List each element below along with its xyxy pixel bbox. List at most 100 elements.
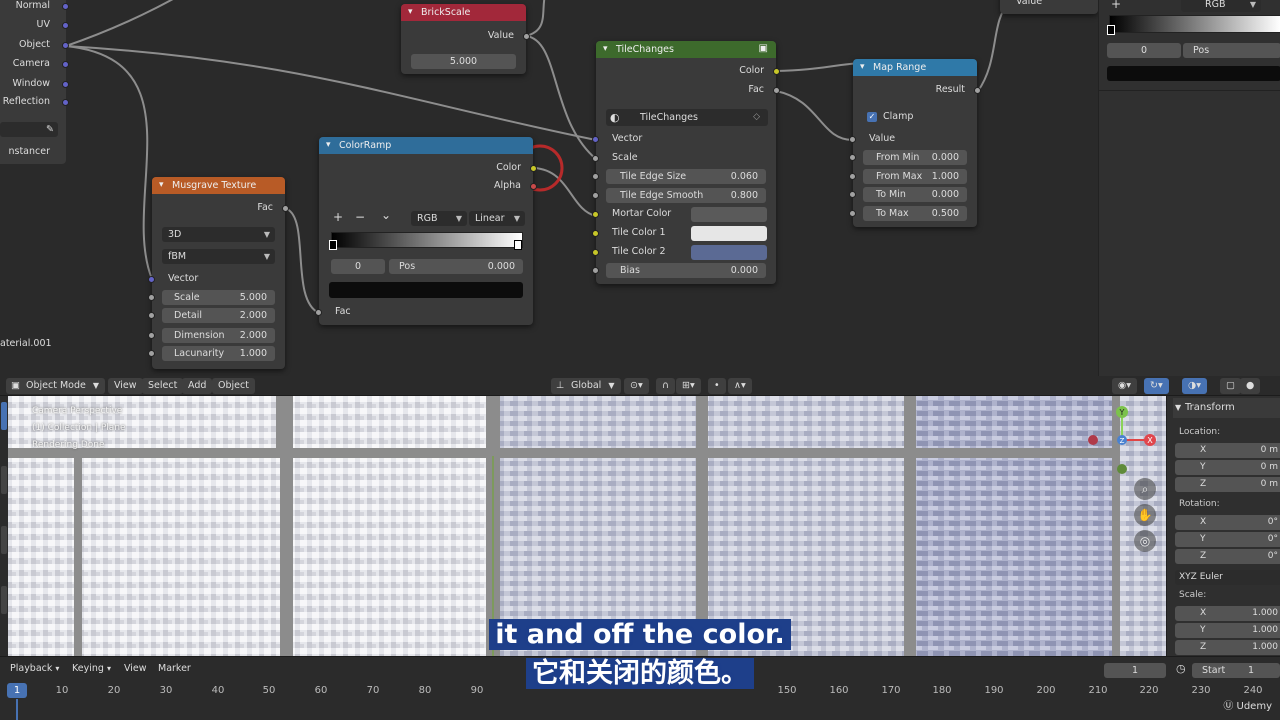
location-z-field[interactable]: Z 0 m — [1175, 477, 1280, 492]
tile-color-1-swatch[interactable] — [691, 226, 767, 241]
overlays-toggle-button[interactable]: ◑▾ — [1182, 378, 1208, 394]
brickscale-node[interactable]: BrickScale Value 5.000 — [401, 4, 530, 74]
node-title[interactable]: TileChanges — [596, 41, 776, 58]
color-ramp-gradient[interactable] — [1109, 15, 1280, 33]
value-field[interactable]: 5.000 — [411, 54, 516, 69]
socket-output[interactable] — [62, 42, 69, 49]
transform-orientation-dropdown[interactable]: ⊥ Global ▼ — [551, 378, 621, 394]
musgrave-type-dropdown[interactable]: fBM ▼ — [162, 249, 275, 264]
socket-output[interactable] — [282, 205, 289, 212]
eyedropper-icon[interactable]: ✎ — [46, 122, 54, 137]
color-ramp-gradient[interactable] — [331, 232, 523, 248]
node-sidebar-panel[interactable]: + RGB ▼ 0 Pos — [1098, 0, 1280, 376]
playhead-line[interactable] — [16, 699, 18, 720]
bias-field[interactable]: Bias 0.000 — [606, 263, 766, 278]
socket-output[interactable] — [62, 99, 69, 106]
stop-color-swatch[interactable] — [329, 282, 523, 298]
tile-color-2-swatch[interactable] — [691, 245, 767, 260]
socket-input[interactable] — [592, 173, 599, 180]
pivot-point-button[interactable]: ⊙▾ — [624, 378, 649, 394]
tile-edge-smooth-field[interactable]: Tile Edge Smooth 0.800 — [606, 188, 766, 203]
socket-input[interactable] — [592, 211, 599, 218]
value-node[interactable]: Value — [1000, 0, 1098, 14]
rotation-x-field[interactable]: X 0° — [1175, 515, 1280, 530]
from-min-field[interactable]: From Min 0.000 — [863, 150, 967, 165]
texture-coordinate-node[interactable]: Normal UV Object Camera Window Reflectio… — [0, 0, 69, 164]
stop-index-field[interactable]: 0 — [1107, 43, 1181, 58]
node-title[interactable]: BrickScale — [401, 4, 526, 21]
map-range-node[interactable]: Map Range Result ✓ Clamp Value From Min 0… — [849, 59, 981, 227]
socket-input[interactable] — [592, 230, 599, 237]
transform-sidebar[interactable]: ▼ Transform Location: X 0 m Y 0 m Z 0 m Rot… — [1166, 396, 1280, 656]
stop-color-swatch[interactable] — [1107, 66, 1280, 81]
falloff-button[interactable]: ∧▾ — [728, 378, 752, 394]
to-max-field[interactable]: To Max 0.500 — [863, 206, 967, 221]
color-mode-dropdown[interactable]: RGB ▼ — [1181, 0, 1261, 12]
socket-output[interactable] — [530, 183, 537, 190]
interpolation-dropdown[interactable]: Linear ▼ — [469, 211, 525, 226]
socket-input[interactable] — [592, 155, 599, 162]
tilechanges-group-node[interactable]: TileChanges ▣ Color Fac ◐ TileChanges ◇ … — [592, 41, 780, 284]
socket-input[interactable] — [849, 210, 856, 217]
socket-output[interactable] — [530, 165, 537, 172]
ramp-stop-handle[interactable] — [514, 240, 522, 250]
ramp-stop-handle[interactable] — [329, 240, 337, 250]
dimension-field[interactable]: Dimension 2.000 — [162, 328, 275, 343]
socket-input[interactable] — [849, 191, 856, 198]
ramp-stop-handle[interactable] — [1107, 25, 1115, 35]
location-y-field[interactable]: Y 0 m — [1175, 460, 1280, 475]
location-x-field[interactable]: X 0 m — [1175, 443, 1280, 458]
node-title[interactable]: Musgrave Texture — [152, 177, 285, 194]
socket-input[interactable] — [148, 276, 155, 283]
dimension-dropdown[interactable]: 3D ▼ — [162, 227, 275, 242]
node-title[interactable]: Map Range — [853, 59, 977, 76]
snap-options-button[interactable]: ⊞▾ — [676, 378, 701, 394]
socket-input[interactable] — [849, 136, 856, 143]
socket-output[interactable] — [523, 33, 530, 40]
navigation-gizmo[interactable]: Y Z X — [1084, 402, 1160, 482]
object-field[interactable]: ✎ — [0, 122, 58, 137]
lacunarity-field[interactable]: Lacunarity 1.000 — [162, 346, 275, 361]
socket-output[interactable] — [62, 81, 69, 88]
shading-solid-button[interactable]: ● — [1240, 378, 1261, 394]
node-group-icon[interactable]: ▣ — [759, 43, 768, 54]
colorramp-node[interactable]: ColorRamp Color Alpha + − ⌄ RGB ▼ Linear ▼… — [315, 137, 537, 325]
to-min-field[interactable]: To Min 0.000 — [863, 187, 967, 202]
socket-input[interactable] — [148, 312, 155, 319]
view-object-types-button[interactable]: ◉▾ — [1112, 378, 1138, 394]
add-stop-button[interactable]: + — [1111, 0, 1121, 11]
fake-user-shield-icon[interactable]: ◇ — [753, 109, 760, 126]
socket-input[interactable] — [849, 173, 856, 180]
pos-field[interactable]: Pos — [1183, 43, 1280, 58]
menu-view[interactable]: View — [108, 378, 143, 394]
node-editor[interactable]: Normal UV Object Camera Window Reflectio… — [0, 0, 1280, 376]
xray-toggle-button[interactable]: ▢ — [1220, 378, 1241, 394]
toolbar-strip[interactable] — [0, 396, 8, 656]
color-mode-dropdown[interactable]: RGB ▼ — [411, 211, 467, 226]
socket-input[interactable] — [148, 294, 155, 301]
panel-title[interactable]: ▼ Transform — [1173, 398, 1280, 418]
tile-edge-size-field[interactable]: Tile Edge Size 0.060 — [606, 169, 766, 184]
socket-input[interactable] — [592, 267, 599, 274]
rotation-mode-dropdown[interactable]: XYZ Euler — [1175, 570, 1280, 585]
socket-output[interactable] — [62, 61, 69, 68]
socket-input[interactable] — [148, 332, 155, 339]
rotation-y-field[interactable]: Y 0° — [1175, 532, 1280, 547]
scale-field[interactable]: Scale 5.000 — [162, 290, 275, 305]
socket-output[interactable] — [974, 87, 981, 94]
menu-add[interactable]: Add — [182, 378, 213, 394]
node-title[interactable]: ColorRamp — [319, 137, 533, 154]
zoom-magnifier-icon[interactable]: ⌕ — [1134, 478, 1156, 500]
socket-input[interactable] — [592, 249, 599, 256]
ramp-menu-button[interactable]: ⌄ — [381, 208, 391, 222]
pos-field[interactable]: Pos 0.000 — [389, 259, 523, 274]
from-max-field[interactable]: From Max 1.000 — [863, 169, 967, 184]
musgrave-texture-node[interactable]: Musgrave Texture Fac 3D ▼ fBM ▼ Vector Sca… — [148, 177, 289, 369]
menu-select[interactable]: Select — [142, 378, 184, 394]
socket-input[interactable] — [592, 192, 599, 199]
mortar-color-swatch[interactable] — [691, 207, 767, 222]
toolbar-tab[interactable] — [1, 402, 7, 430]
clamp-checkbox[interactable]: ✓ — [867, 112, 877, 122]
gizmo-toggle-button[interactable]: ↻▾ — [1144, 378, 1169, 394]
detail-field[interactable]: Detail 2.000 — [162, 308, 275, 323]
